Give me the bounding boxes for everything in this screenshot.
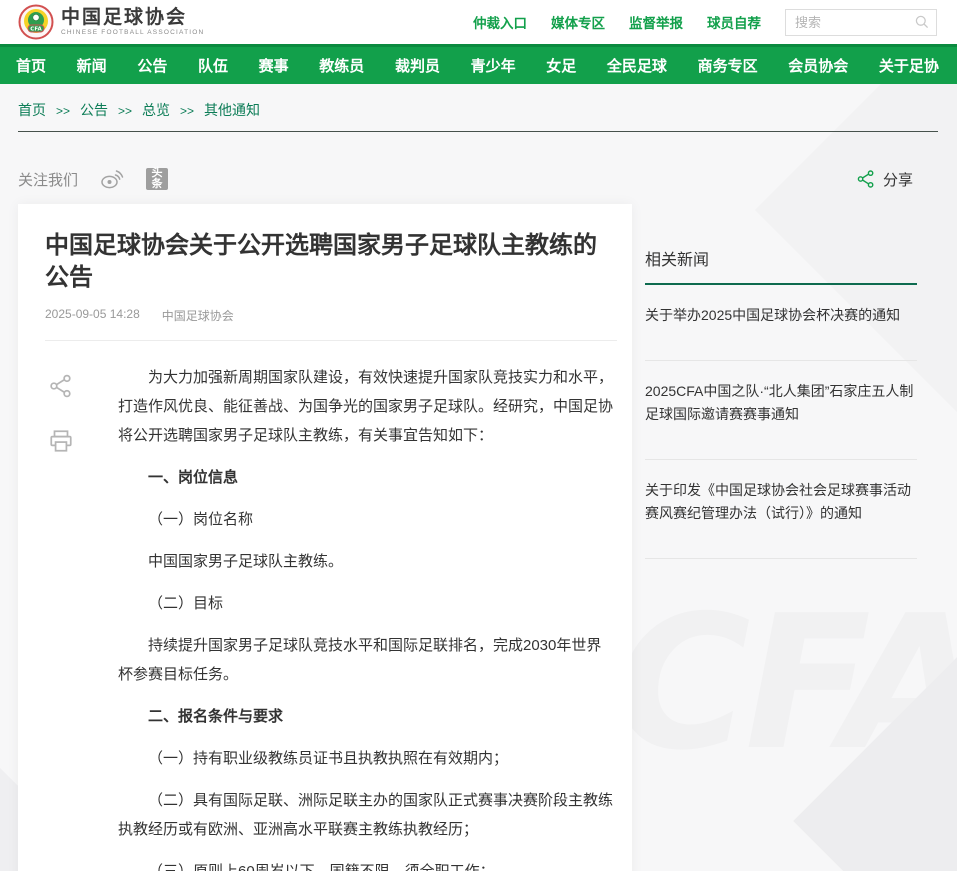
follow-us-label: 关注我们 — [18, 169, 78, 190]
nav-item[interactable]: 首页 — [8, 55, 54, 76]
article-paragraph: 持续提升国家男子足球队竞技水平和国际足联排名，完成2030年世界杯参赛目标任务。 — [118, 631, 615, 689]
article-tools — [48, 373, 74, 454]
nav-item[interactable]: 队伍 — [190, 55, 236, 76]
breadcrumb-link[interactable]: 总览 — [142, 102, 170, 118]
article-paragraph: 为大力加强新周期国家队建设，有效快速提升国家队竞技实力和水平，打造作风优良、能征… — [118, 363, 615, 450]
article-card: 中国足球协会关于公开选聘国家男子足球队主教练的公告 2025-09-05 14:… — [18, 204, 632, 871]
breadcrumb-segment: >> 公告 — [46, 102, 108, 118]
related-news-item[interactable]: 关于印发《中国足球协会社会足球赛事活动赛风赛纪管理办法（试行）》的通知 — [645, 460, 917, 559]
search-icon[interactable] — [914, 14, 930, 30]
related-news-item[interactable]: 2025CFA中国之队·“北人集团”石家庄五人制足球国际邀请赛赛事通知 — [645, 361, 917, 460]
breadcrumb-link[interactable]: 其他通知 — [204, 102, 260, 118]
article-paragraph: （三）原则上60周岁以下，国籍不限，须全职工作； — [118, 857, 615, 871]
article-date: 2025-09-05 14:28 — [45, 307, 140, 324]
share-label: 分享 — [883, 169, 913, 190]
article-share-icon[interactable] — [48, 373, 74, 399]
breadcrumb-separator: >> — [56, 104, 70, 118]
nav-item[interactable]: 全民足球 — [599, 55, 675, 76]
related-news-sidebar: 相关新闻 关于举办2025中国足球协会杯决赛的通知2025CFA中国之队·“北人… — [645, 204, 917, 559]
search-box[interactable] — [785, 9, 937, 36]
utility-link[interactable]: 媒体专区 — [551, 12, 605, 32]
article-paragraph: 一、岗位信息 — [118, 463, 615, 492]
breadcrumb-segment: >> 其他通知 — [170, 102, 260, 118]
utility-link[interactable]: 球员自荐 — [707, 12, 761, 32]
nav-item[interactable]: 教练员 — [311, 55, 372, 76]
article-paragraph: （二）具有国际足联、洲际足联主办的国家队正式赛事决赛阶段主教练执教经历或有欧洲、… — [118, 786, 615, 844]
logo-text: 中国足球协会 CHINESE FOOTBALL ASSOCIATION — [61, 8, 204, 36]
content-area: >>首页>>公告>>总览>>其他通知 关注我们 头条 分享 中国足球协 — [0, 84, 957, 871]
share-icon — [856, 169, 876, 189]
nav-item[interactable]: 青少年 — [463, 55, 524, 76]
print-icon[interactable] — [48, 428, 74, 454]
article-paragraph: （一）岗位名称 — [118, 505, 615, 534]
breadcrumb-separator: >> — [118, 104, 132, 118]
related-news-title: 相关新闻 — [645, 246, 917, 285]
follow-row: 关注我们 头条 分享 — [18, 168, 938, 190]
nav-item[interactable]: 新闻 — [69, 55, 115, 76]
breadcrumb: >>首页 >> 公告 >> 总览 >> 其他通知 — [18, 84, 938, 132]
nav-item[interactable]: 公告 — [129, 55, 175, 76]
utility-links: 仲裁入口 媒体专区 监督举报 球员自荐 — [473, 12, 785, 32]
article-source: 中国足球协会 — [162, 307, 234, 324]
nav-item[interactable]: 女足 — [538, 55, 584, 76]
utility-link[interactable]: 仲裁入口 — [473, 12, 527, 32]
toutiao-icon[interactable]: 头条 — [146, 168, 168, 190]
cfa-logo[interactable]: CFA 中国足球协会 CHINESE FOOTBALL ASSOCIATION — [18, 4, 204, 40]
article-paragraph: 中国国家男子足球队主教练。 — [118, 547, 615, 576]
related-news-item[interactable]: 关于举办2025中国足球协会杯决赛的通知 — [645, 285, 917, 361]
article-paragraph: （二）目标 — [118, 589, 615, 618]
article-meta: 2025-09-05 14:28 中国足球协会 — [45, 307, 617, 341]
breadcrumb-separator: >> — [180, 104, 194, 118]
cfa-logo-badge-icon: CFA — [18, 4, 54, 40]
breadcrumb-segment: >> 总览 — [108, 102, 170, 118]
article-paragraph: 二、报名条件与要求 — [118, 702, 615, 731]
main-nav: 首页新闻公告队伍赛事教练员裁判员青少年女足全民足球商务专区会员协会关于足协 — [0, 44, 957, 84]
nav-item[interactable]: 赛事 — [251, 55, 297, 76]
article-body: 为大力加强新周期国家队建设，有效快速提升国家队竞技实力和水平，打造作风优良、能征… — [118, 363, 615, 871]
logo-title: 中国足球协会 — [61, 8, 204, 28]
article-paragraph: （一）持有职业级教练员证书且执教执照在有效期内； — [118, 744, 615, 773]
header-right: 仲裁入口 媒体专区 监督举报 球员自荐 — [473, 9, 937, 36]
search-input[interactable] — [795, 15, 914, 30]
top-header: CFA 中国足球协会 CHINESE FOOTBALL ASSOCIATION … — [0, 0, 957, 44]
breadcrumb-link[interactable]: 公告 — [80, 102, 108, 118]
utility-link[interactable]: 监督举报 — [629, 12, 683, 32]
share-button[interactable]: 分享 — [856, 169, 913, 190]
weibo-icon[interactable] — [100, 168, 124, 190]
nav-item[interactable]: 会员协会 — [780, 55, 856, 76]
nav-item[interactable]: 关于足协 — [871, 55, 947, 76]
breadcrumb-segment: >>首页 — [18, 102, 46, 118]
breadcrumb-link[interactable]: 首页 — [18, 102, 46, 118]
nav-item[interactable]: 裁判员 — [387, 55, 448, 76]
nav-item[interactable]: 商务专区 — [690, 55, 766, 76]
article-title: 中国足球协会关于公开选聘国家男子足球队主教练的公告 — [45, 230, 617, 294]
logo-subtitle: CHINESE FOOTBALL ASSOCIATION — [61, 29, 204, 36]
related-news-list: 关于举办2025中国足球协会杯决赛的通知2025CFA中国之队·“北人集团”石家… — [645, 285, 917, 559]
svg-text:CFA: CFA — [30, 26, 42, 32]
